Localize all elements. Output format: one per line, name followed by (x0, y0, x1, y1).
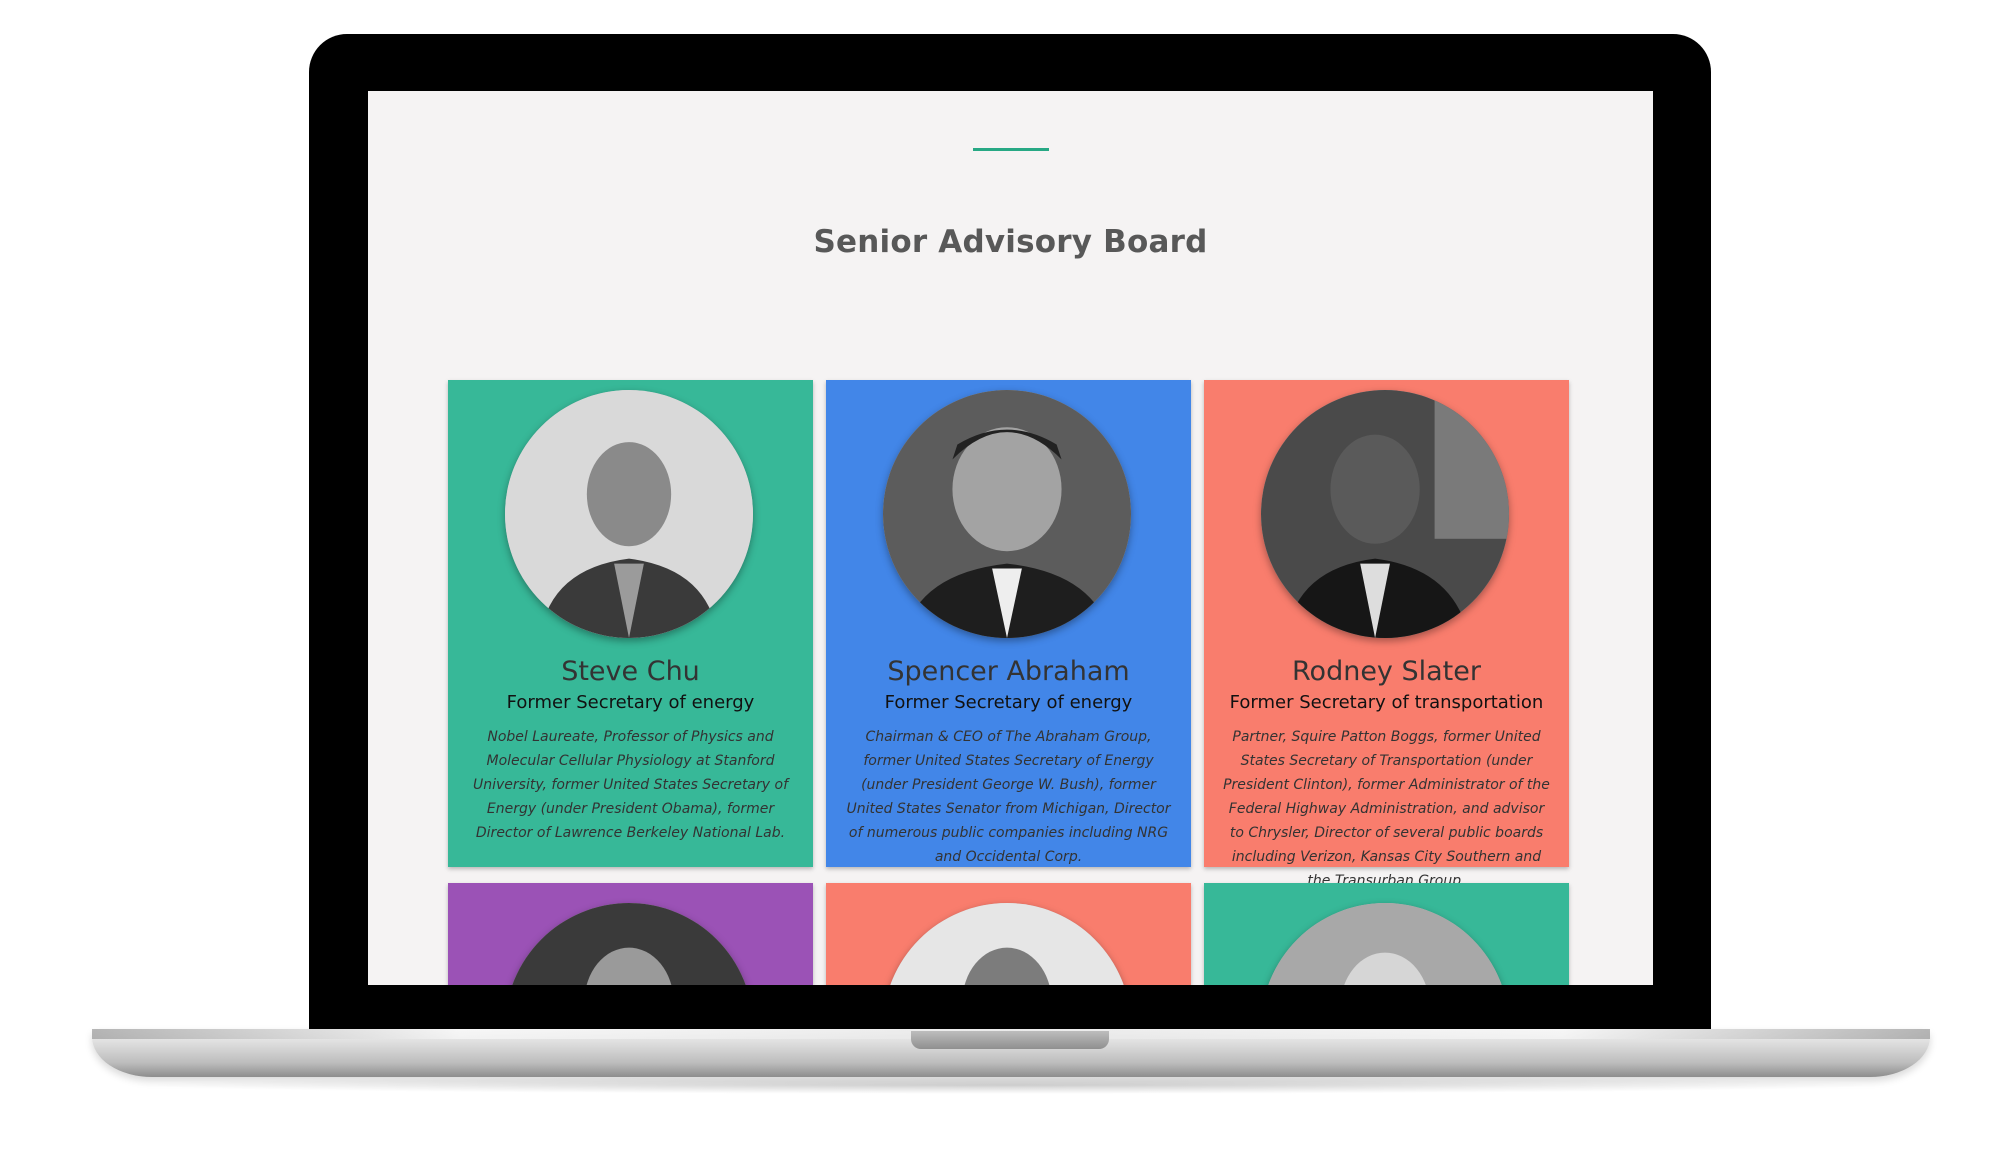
member-role: Former Secretary of energy (506, 692, 755, 713)
laptop-shadow (120, 1076, 1900, 1094)
member-name: Spencer Abraham (887, 656, 1130, 687)
portrait-photo (505, 903, 753, 985)
section-title: Senior Advisory Board (813, 224, 1208, 260)
member-bio: Chairman & CEO of The Abraham Group, for… (846, 729, 1171, 865)
portrait-photo (883, 903, 1131, 985)
member-card[interactable] (826, 883, 1191, 985)
member-card-steve-chu[interactable]: Steve Chu Former Secretary of energy Nob… (448, 380, 813, 867)
laptop-notch (911, 1031, 1109, 1049)
portrait-photo (505, 390, 753, 638)
member-card[interactable] (1204, 883, 1569, 985)
member-card[interactable] (448, 883, 813, 985)
member-bio: Nobel Laureate, Professor of Physics and… (472, 729, 788, 841)
member-name: Steve Chu (561, 656, 700, 687)
member-role: Former Secretary of transportation (1229, 692, 1544, 713)
member-card-rodney-slater[interactable]: Rodney Slater Former Secretary of transp… (1204, 380, 1569, 889)
member-card-spencer-abraham[interactable]: Spencer Abraham Former Secretary of ener… (826, 380, 1191, 867)
member-name: Rodney Slater (1292, 656, 1481, 687)
portrait-photo (883, 390, 1131, 638)
member-role: Former Secretary of energy (884, 692, 1133, 713)
portrait-photo (1261, 903, 1509, 985)
laptop-screen: Senior Advisory Board Steve Chu Former S… (368, 91, 1653, 985)
portrait-photo (1261, 390, 1509, 638)
member-bio: Partner, Squire Patton Boggs, former Uni… (1223, 729, 1550, 889)
section-accent-line (973, 148, 1049, 151)
